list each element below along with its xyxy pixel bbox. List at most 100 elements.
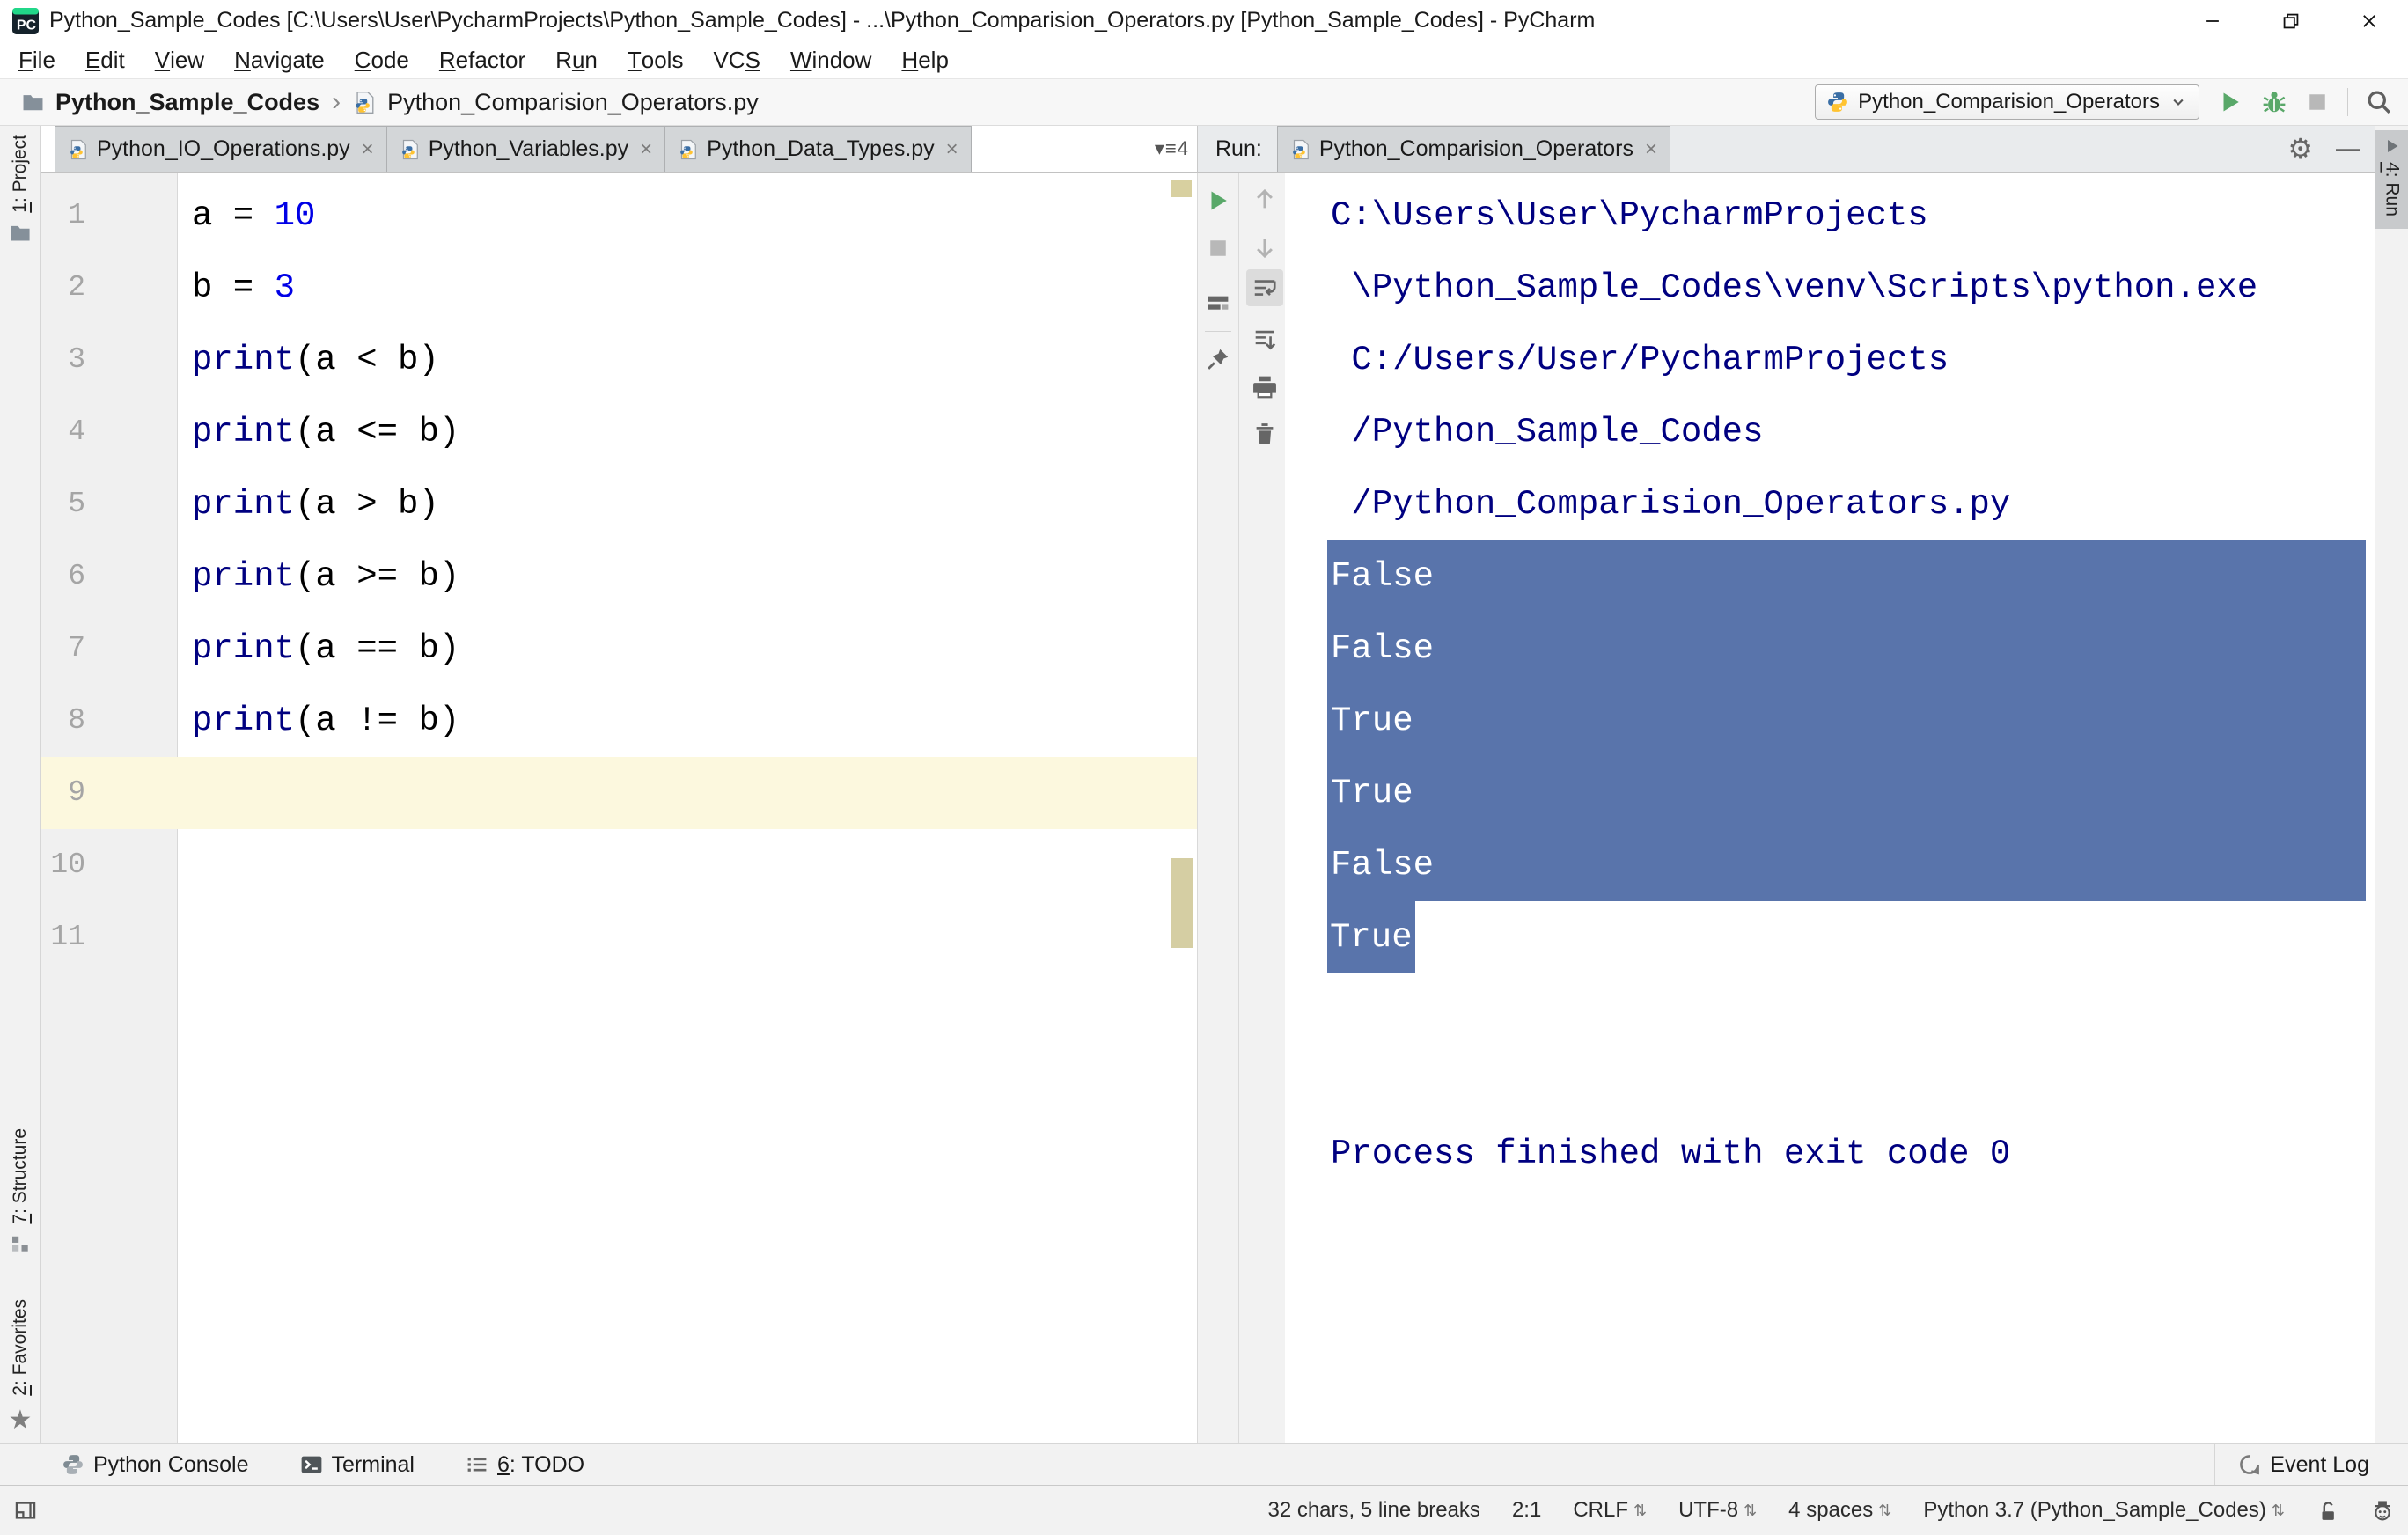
restore-layout-button[interactable] xyxy=(1202,287,1234,319)
menu-view[interactable]: View xyxy=(140,41,219,78)
debug-button[interactable] xyxy=(2261,89,2287,115)
updown-icon: ⇅ xyxy=(1633,1501,1648,1519)
print-button[interactable] xyxy=(1249,371,1281,403)
editor-tab-bar: Python_IO_Operations.py × Python_Variabl… xyxy=(41,126,1197,173)
pin-tab-button[interactable] xyxy=(1202,343,1234,375)
menu-refactor[interactable]: Refactor xyxy=(424,41,540,78)
line-number: 10 xyxy=(50,848,85,881)
tab-label: Python_Comparision_Operators xyxy=(1318,136,1633,161)
menu-vcs[interactable]: VC S xyxy=(698,41,775,78)
line-separator-select[interactable]: CRLF ⇅ xyxy=(1573,1498,1647,1523)
gear-icon[interactable]: ⚙ xyxy=(2287,132,2313,165)
menu-run[interactable]: Run xyxy=(540,41,613,78)
line-number: 1 xyxy=(68,199,85,231)
menu-help[interactable]: Help xyxy=(886,41,963,78)
interpreter-select[interactable]: Python 3.7 (Python_Sample_Codes) ⇅ xyxy=(1923,1498,2285,1523)
stop-process-button[interactable] xyxy=(1202,232,1234,264)
updown-icon: ⇅ xyxy=(1744,1501,1758,1519)
run-configuration-select[interactable]: Python_Comparision_Operators xyxy=(1815,84,2199,120)
tab-close-icon[interactable]: × xyxy=(1645,137,1657,162)
line-number: 4 xyxy=(68,415,85,448)
project-stripe-label: 1: Project xyxy=(10,135,30,213)
menu-tools[interactable]: Tools xyxy=(613,41,699,78)
tab-run-python-comparision-operators[interactable]: Python_Comparision_Operators × xyxy=(1276,126,1670,172)
tool-window-run-button[interactable]: 4: Run xyxy=(2375,130,2408,229)
soft-wrap-button[interactable] xyxy=(1246,269,1283,306)
minimize-button[interactable] xyxy=(2173,0,2251,41)
python-file-icon xyxy=(1290,139,1311,160)
tool-window-toggle-icon[interactable] xyxy=(14,1499,37,1522)
selected-text: True xyxy=(1327,901,1415,973)
console-line: \Python_Sample_Codes\venv\Scripts\python… xyxy=(1331,268,2258,307)
code-token: print xyxy=(192,629,296,668)
tool-window-structure-button[interactable]: 7: Structure xyxy=(0,1128,40,1254)
menu-code[interactable]: Code xyxy=(340,41,424,78)
hide-panel-icon[interactable]: — xyxy=(2336,135,2360,163)
python-icon xyxy=(1826,91,1849,114)
navigation-toolbar: Python_Sample_Codes › Python_Comparision… xyxy=(0,79,2408,126)
readonly-lock-toggle[interactable] xyxy=(2316,1499,2339,1522)
restore-button[interactable] xyxy=(2251,0,2330,41)
menu-file[interactable]: File xyxy=(4,41,70,78)
star-icon: ★ xyxy=(8,1405,33,1435)
line-number: 9 xyxy=(68,776,85,809)
tab-python-variables[interactable]: Python_Variables.py × xyxy=(385,126,666,172)
stop-button[interactable] xyxy=(2305,90,2330,114)
tool-window-python-console-button[interactable]: Python Console xyxy=(62,1452,249,1478)
stop-icon xyxy=(1206,236,1230,261)
event-log-button[interactable]: Event Log xyxy=(2214,1444,2369,1485)
selection-info: 32 chars, 5 line breaks xyxy=(1267,1498,1480,1522)
hector-inspector-icon xyxy=(2371,1499,2394,1522)
code-line: print(a != b) xyxy=(192,685,1158,757)
updown-icon: ⇅ xyxy=(2271,1501,2285,1519)
tab-close-icon[interactable]: × xyxy=(946,137,958,162)
tool-window-terminal-button[interactable]: Terminal xyxy=(300,1452,415,1478)
code-text[interactable]: a = 10 b = 3 print(a < b) print(a <= b) … xyxy=(192,180,1158,757)
code-line: print(a == b) xyxy=(192,613,1158,685)
menu-navigate[interactable]: Navigate xyxy=(219,41,340,78)
console-line-selected: False xyxy=(1327,613,2366,685)
code-token: print xyxy=(192,701,296,740)
editor-scrollbar-thumb[interactable] xyxy=(1171,858,1193,948)
breadcrumb-file[interactable]: Python_Comparision_Operators.py xyxy=(387,89,759,116)
code-editor[interactable]: 1 2 3 4 5 6 7 8 9 10 11 a = 10 b = 3 pri… xyxy=(41,173,1197,1443)
menu-window[interactable]: Window xyxy=(775,41,886,78)
code-token: 10 xyxy=(274,196,316,235)
tab-python-data-types[interactable]: Python_Data_Types.py × xyxy=(664,126,972,172)
minimize-icon xyxy=(2203,11,2222,31)
rerun-button[interactable] xyxy=(1202,185,1234,217)
tool-window-project-button[interactable]: 1: Project xyxy=(0,135,40,245)
tool-window-todo-button[interactable]: 6: TODO xyxy=(466,1452,584,1478)
terminal-label: Terminal xyxy=(331,1451,415,1477)
breadcrumb-project[interactable]: Python_Sample_Codes xyxy=(55,89,319,116)
hidden-tabs-list-button[interactable]: ▾ ≡ 4 xyxy=(1146,126,1197,172)
down-stack-trace-button[interactable] xyxy=(1249,232,1281,264)
close-button[interactable] xyxy=(2330,0,2408,41)
scroll-to-end-button[interactable] xyxy=(1249,324,1281,356)
structure-icon xyxy=(10,1233,31,1254)
tool-window-favorites-button[interactable]: 2: Favorites ★ xyxy=(0,1299,40,1436)
python-file-icon xyxy=(400,139,421,160)
scrollbar-marker xyxy=(1171,180,1192,197)
dropdown-arrow-icon: ▾ xyxy=(1154,137,1164,159)
tab-close-icon[interactable]: × xyxy=(362,137,374,162)
code-token: (a <= b) xyxy=(295,413,460,452)
caret-position[interactable]: 2:1 xyxy=(1512,1498,1541,1523)
tab-label: Python_IO_Operations.py xyxy=(97,136,350,161)
code-token: a = xyxy=(192,196,275,235)
clear-all-button[interactable] xyxy=(1249,417,1281,449)
tab-close-icon[interactable]: × xyxy=(640,137,652,162)
indent-select[interactable]: 4 spaces ⇅ xyxy=(1788,1498,1891,1523)
up-stack-trace-button[interactable] xyxy=(1249,183,1281,215)
encoding-select[interactable]: UTF-8 ⇅ xyxy=(1678,1498,1757,1523)
print-icon xyxy=(1252,374,1278,400)
menu-edit[interactable]: Edit xyxy=(70,41,140,78)
search-everywhere-button[interactable] xyxy=(2366,89,2392,115)
tab-python-io-operations[interactable]: Python_IO_Operations.py × xyxy=(55,126,387,172)
inspection-profile-button[interactable] xyxy=(2371,1499,2394,1522)
run-console-output[interactable]: C:\Users\User\PycharmProjects \Python_Sa… xyxy=(1285,173,2375,1443)
run-button[interactable] xyxy=(2217,89,2243,115)
chevron-down-icon xyxy=(2169,92,2188,112)
window-title: Python_Sample_Codes [C:\Users\User\Pycha… xyxy=(49,8,1596,33)
